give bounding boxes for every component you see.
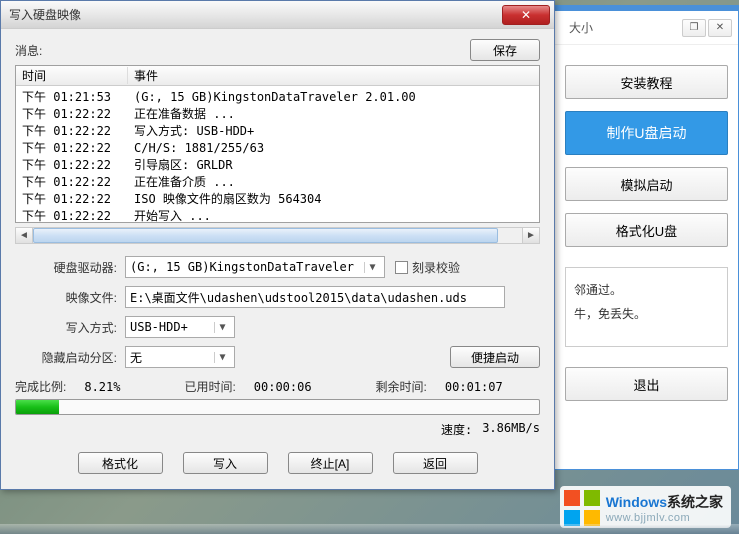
scroll-left-arrow-icon[interactable]: ◄: [16, 228, 33, 243]
write-mode-select[interactable]: USB-HDD+ ▼: [125, 316, 235, 338]
drive-value: (G:, 15 GB)KingstonDataTraveler 2.01.00: [130, 260, 360, 274]
taskbar[interactable]: [0, 524, 739, 534]
log-row[interactable]: 下午 01:22:22ISO 映像文件的扇区数为 564304: [16, 190, 539, 207]
image-file-value: E:\桌面文件\udashen\udstool2015\data\udashen…: [130, 289, 467, 306]
elapsed-label: 已用时间:: [184, 378, 235, 395]
simulate-boot-button[interactable]: 模拟启动: [565, 167, 728, 201]
hidden-partition-label: 隐藏启动分区:: [15, 349, 125, 366]
log-time: 下午 01:22:22: [16, 122, 128, 139]
log-time: 下午 01:22:22: [16, 207, 128, 222]
format-usb-button[interactable]: 格式化U盘: [565, 213, 728, 247]
progress-bar: [15, 399, 540, 415]
drive-label: 硬盘驱动器:: [15, 259, 125, 276]
log-event: (G:, 15 GB)KingstonDataTraveler 2.01.00: [128, 90, 539, 104]
write-mode-value: USB-HDD+: [130, 320, 210, 334]
log-time: 下午 01:22:22: [16, 139, 128, 156]
image-file-label: 映像文件:: [15, 289, 125, 306]
close-bg-icon[interactable]: ✕: [708, 19, 732, 37]
restore-icon[interactable]: ❐: [682, 19, 706, 37]
log-header-event[interactable]: 事件: [128, 67, 539, 84]
log-row[interactable]: 下午 01:22:22正在准备介质 ...: [16, 173, 539, 190]
side-info-box: 邻通过。 牛，免丢失。: [565, 267, 728, 347]
log-event: 引导扇区: GRLDR: [128, 156, 539, 173]
log-time: 下午 01:22:22: [16, 156, 128, 173]
log-event: ISO 映像文件的扇区数为 564304: [128, 190, 539, 207]
log-row[interactable]: 下午 01:22:22C/H/S: 1881/255/63: [16, 139, 539, 156]
watermark-url: www.bjjmlv.com: [606, 512, 723, 524]
dialog-titlebar[interactable]: 写入硬盘映像 ✕: [1, 1, 554, 29]
remaining-value: 00:01:07: [445, 380, 503, 394]
bg-window-header: 大小 ❐ ✕: [555, 11, 738, 45]
close-button[interactable]: ✕: [502, 5, 550, 25]
dialog-title: 写入硬盘映像: [5, 6, 502, 23]
install-tutorial-button[interactable]: 安装教程: [565, 65, 728, 99]
log-time: 下午 01:21:53: [16, 88, 128, 105]
log-time: 下午 01:22:22: [16, 105, 128, 122]
close-icon: ✕: [521, 8, 531, 22]
horizontal-scrollbar[interactable]: ◄ ►: [15, 227, 540, 244]
side-text-line1: 邻通过。: [574, 278, 719, 302]
bg-header-size-label: 大小: [561, 19, 593, 36]
log-header: 时间 事件: [16, 66, 539, 86]
info-label: 消息:: [15, 42, 42, 59]
watermark-brand-2: 系统之家: [667, 494, 723, 510]
log-event: 正在准备介质 ...: [128, 173, 539, 190]
remaining-label: 剩余时间:: [376, 378, 427, 395]
log-event: 开始写入 ...: [128, 207, 539, 222]
side-text-line2: 牛，免丢失。: [574, 302, 719, 326]
verify-label: 刻录校验: [412, 259, 460, 276]
format-button[interactable]: 格式化: [78, 452, 163, 474]
chevron-down-icon: ▼: [214, 322, 230, 333]
background-window: 大小 ❐ ✕ 安装教程 制作U盘启动 模拟启动 格式化U盘 邻通过。 牛，免丢失…: [554, 5, 739, 470]
save-button[interactable]: 保存: [470, 39, 540, 61]
write-mode-label: 写入方式:: [15, 319, 125, 336]
log-row[interactable]: 下午 01:22:22引导扇区: GRLDR: [16, 156, 539, 173]
speed-value: 3.86MB/s: [482, 421, 540, 438]
scroll-track[interactable]: [33, 228, 522, 243]
abort-button[interactable]: 终止[A]: [288, 452, 373, 474]
log-event: C/H/S: 1881/255/63: [128, 141, 539, 155]
watermark-logo: Windows系统之家 www.bjjmlv.com: [560, 486, 731, 528]
hidden-partition-select[interactable]: 无 ▼: [125, 346, 235, 368]
chevron-down-icon: ▼: [214, 352, 230, 363]
checkbox-box-icon: [395, 261, 408, 274]
log-header-time[interactable]: 时间: [16, 67, 128, 84]
elapsed-value: 00:00:06: [254, 380, 312, 394]
log-row[interactable]: 下午 01:22:22写入方式: USB-HDD+: [16, 122, 539, 139]
log-row[interactable]: 下午 01:22:22正在准备数据 ...: [16, 105, 539, 122]
percent-value: 8.21%: [84, 380, 120, 394]
image-file-input[interactable]: E:\桌面文件\udashen\udstool2015\data\udashen…: [125, 286, 505, 308]
log-time: 下午 01:22:22: [16, 173, 128, 190]
scroll-right-arrow-icon[interactable]: ►: [522, 228, 539, 243]
exit-button[interactable]: 退出: [565, 367, 728, 401]
chevron-down-icon: ▼: [364, 262, 380, 273]
percent-label: 完成比例:: [15, 378, 66, 395]
log-list: 时间 事件 下午 01:21:53(G:, 15 GB)KingstonData…: [15, 65, 540, 223]
drive-select[interactable]: (G:, 15 GB)KingstonDataTraveler 2.01.00 …: [125, 256, 385, 278]
log-event: 写入方式: USB-HDD+: [128, 122, 539, 139]
hidden-partition-value: 无: [130, 349, 210, 366]
progress-fill: [16, 400, 59, 414]
write-disk-image-dialog: 写入硬盘映像 ✕ 消息: 保存 时间 事件 下午 01:21:53(G:, 15…: [0, 0, 555, 490]
windows-logo-icon: [564, 490, 600, 526]
verify-checkbox[interactable]: 刻录校验: [395, 259, 460, 276]
return-button[interactable]: 返回: [393, 452, 478, 474]
speed-label: 速度:: [441, 421, 472, 438]
log-row[interactable]: 下午 01:21:53(G:, 15 GB)KingstonDataTravel…: [16, 88, 539, 105]
make-usb-boot-button[interactable]: 制作U盘启动: [565, 111, 728, 155]
quick-boot-button[interactable]: 便捷启动: [450, 346, 540, 368]
log-row[interactable]: 下午 01:22:22开始写入 ...: [16, 207, 539, 222]
write-button[interactable]: 写入: [183, 452, 268, 474]
scroll-thumb[interactable]: [33, 228, 498, 243]
log-time: 下午 01:22:22: [16, 190, 128, 207]
watermark-brand-1: Windows: [606, 494, 667, 510]
log-event: 正在准备数据 ...: [128, 105, 539, 122]
